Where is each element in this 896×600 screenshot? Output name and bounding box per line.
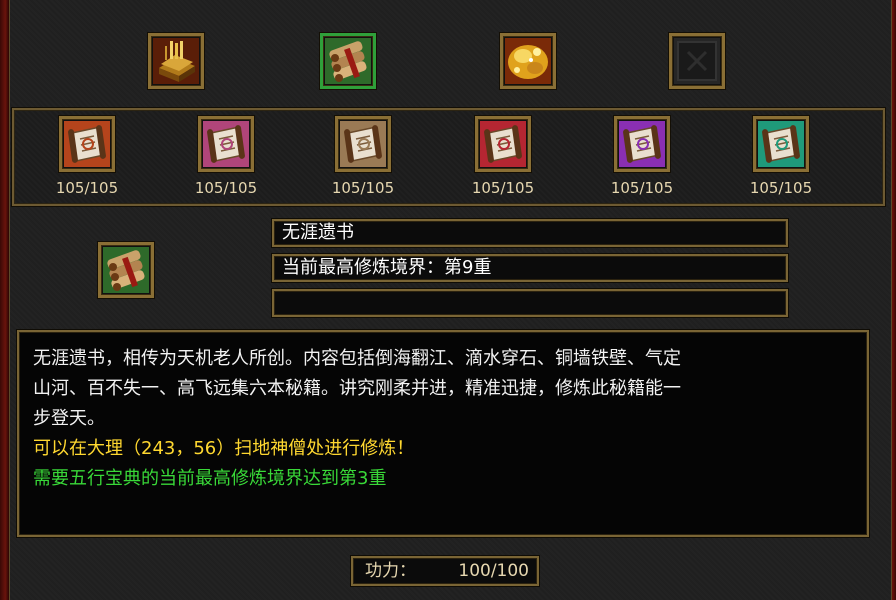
power-label: 功力： — [365, 561, 416, 581]
description-line: 无涯遗书，相传为天机老人所创。内容包括倒海翻江、滴水穿石、铜墙铁壁、气定 — [33, 348, 681, 369]
extra-field — [272, 289, 788, 317]
scroll-bundle-slot[interactable] — [320, 33, 376, 89]
scroll-count: 105/105 — [610, 179, 674, 197]
scroll-slot[interactable] — [198, 116, 254, 172]
training-location-text: 可以在大理（243，56）扫地神僧处进行修炼！ — [33, 438, 415, 459]
description-line: 步登天。 — [33, 408, 105, 429]
item-name-field: 无涯遗书 — [272, 219, 788, 247]
treasure-slot[interactable] — [500, 33, 556, 89]
red-scroll-icon — [64, 121, 110, 167]
crimson-scroll-icon — [480, 121, 526, 167]
scroll-slot[interactable] — [59, 116, 115, 172]
power-display: 功力： 100/100 — [351, 556, 539, 586]
scroll-slot[interactable] — [475, 116, 531, 172]
scroll-slot[interactable] — [335, 116, 391, 172]
teal-scroll-icon — [758, 121, 804, 167]
scroll-bundle-icon — [325, 38, 371, 84]
tan-scroll-icon — [340, 121, 386, 167]
pink-scroll-icon — [203, 121, 249, 167]
description-box: 无涯遗书，相传为天机老人所创。内容包括倒海翻江、滴水穿石、铜墙铁壁、气定 山河、… — [17, 330, 869, 537]
scroll-bundle-icon — [103, 247, 149, 293]
treasure-chest-icon — [505, 38, 551, 84]
selected-item-slot[interactable] — [98, 242, 154, 298]
scroll-count: 105/105 — [55, 179, 119, 197]
scroll-slot[interactable] — [614, 116, 670, 172]
book-slot[interactable] — [148, 33, 204, 89]
scroll-count: 105/105 — [471, 179, 535, 197]
description-line: 山河、百不失一、高飞远集六本秘籍。讲究刚柔并进，精准迅捷，修炼此秘籍能一 — [33, 378, 681, 399]
left-red-border — [0, 0, 9, 600]
empty-slot-icon — [674, 38, 720, 84]
empty-slot[interactable] — [669, 33, 725, 89]
power-value: 100/100 — [458, 561, 529, 581]
scroll-count: 105/105 — [194, 179, 258, 197]
scroll-count: 105/105 — [331, 179, 395, 197]
purple-scroll-icon — [619, 121, 665, 167]
scroll-slot[interactable] — [753, 116, 809, 172]
scroll-count: 105/105 — [749, 179, 813, 197]
requirement-text: 需要五行宝典的当前最高修炼境界达到第3重 — [33, 468, 387, 489]
realm-field: 当前最高修炼境界：第9重 — [272, 254, 788, 282]
golden-book-icon — [153, 38, 199, 84]
